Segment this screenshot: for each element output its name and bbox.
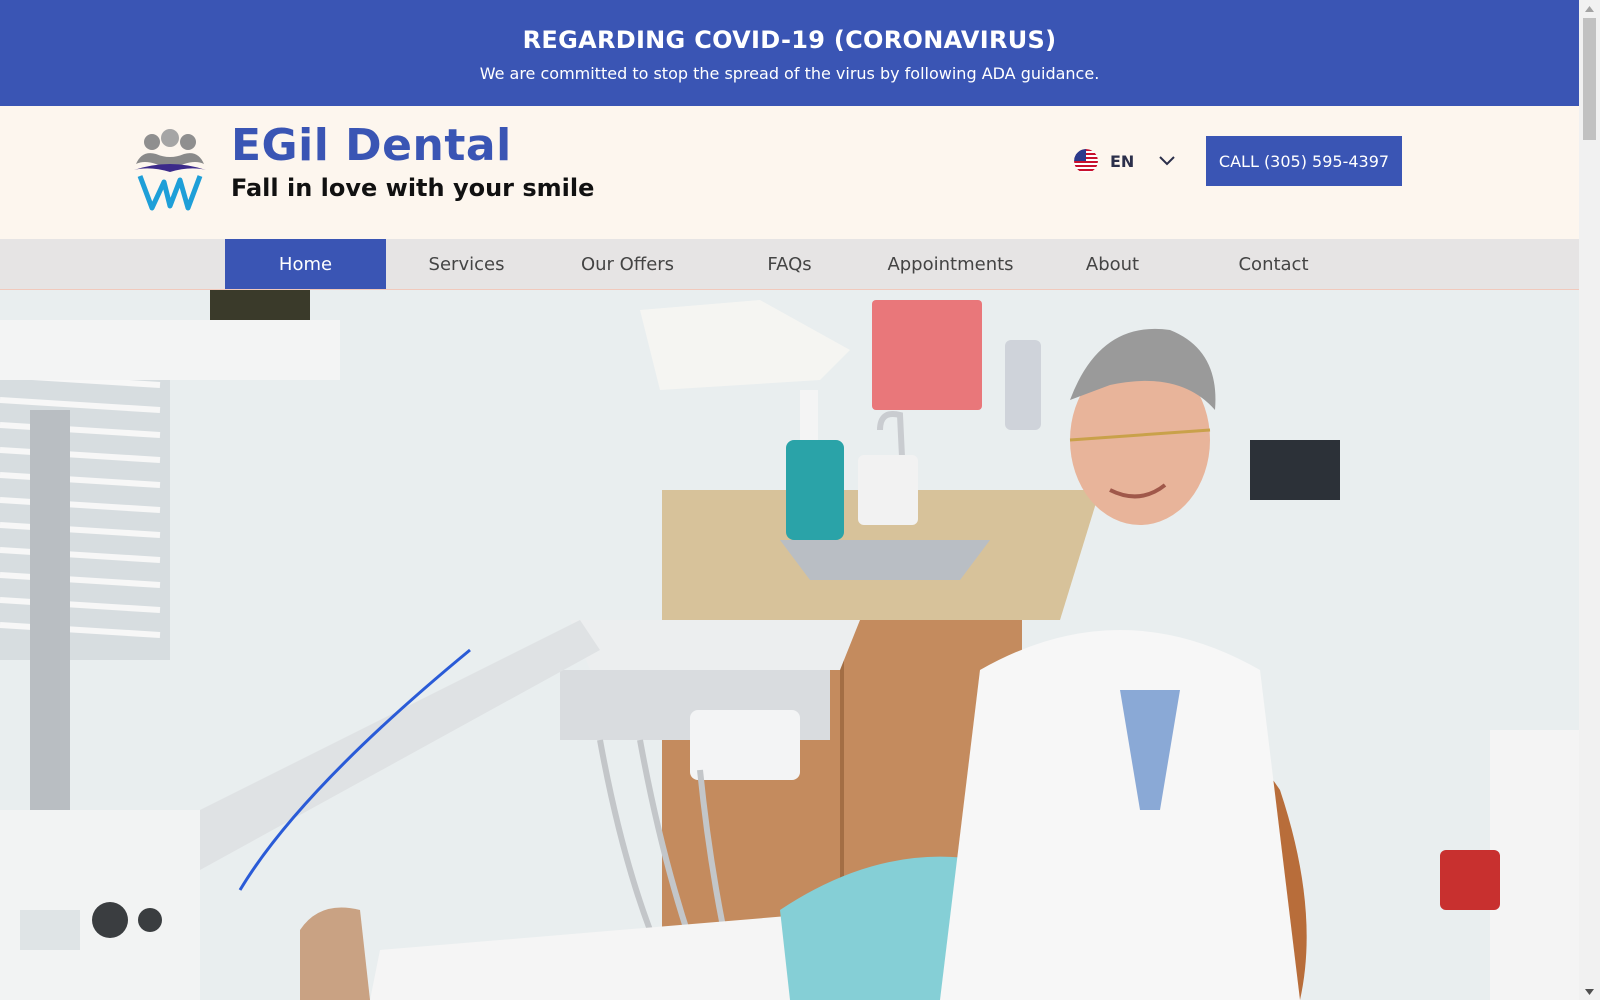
site-header: EGil Dental Fall in love with your smile (0, 106, 1579, 239)
tooth-logo-icon[interactable] (130, 120, 210, 220)
hero-image (0, 290, 1579, 1000)
nav-item-faqs[interactable]: FAQs (709, 239, 870, 289)
scroll-down-arrow-icon[interactable] (1579, 983, 1600, 1000)
banner-title: REGARDING COVID-19 (CORONAVIRUS) (522, 26, 1057, 54)
chevron-down-icon (1134, 155, 1176, 167)
language-code: EN (1110, 151, 1135, 171)
nav-item-contact[interactable]: Contact (1193, 239, 1354, 289)
nav-item-appointments[interactable]: Appointments (870, 239, 1031, 289)
page: REGARDING COVID-19 (CORONAVIRUS) We are … (0, 0, 1579, 1000)
scrollbar-thumb[interactable] (1583, 18, 1596, 140)
nav-item-our-offers[interactable]: Our Offers (547, 239, 708, 289)
main-nav: Home Services Our Offers FAQs Appointmen… (0, 239, 1579, 290)
nav-item-about[interactable]: About (1032, 239, 1193, 289)
banner-subtitle: We are committed to stop the spread of t… (479, 64, 1100, 83)
nav-item-services[interactable]: Services (386, 239, 547, 289)
page-scrollbar[interactable] (1579, 0, 1600, 1000)
us-flag-icon (1074, 149, 1098, 173)
brand-tagline: Fall in love with your smile (231, 174, 595, 202)
call-button[interactable]: CALL (305) 595-4397 (1206, 136, 1402, 186)
covid-banner: REGARDING COVID-19 (CORONAVIRUS) We are … (0, 0, 1579, 106)
brand-name[interactable]: EGil Dental (231, 120, 512, 171)
language-selector[interactable]: EN (1074, 146, 1184, 176)
scroll-up-arrow-icon[interactable] (1579, 0, 1600, 17)
nav-item-home[interactable]: Home (225, 239, 386, 289)
